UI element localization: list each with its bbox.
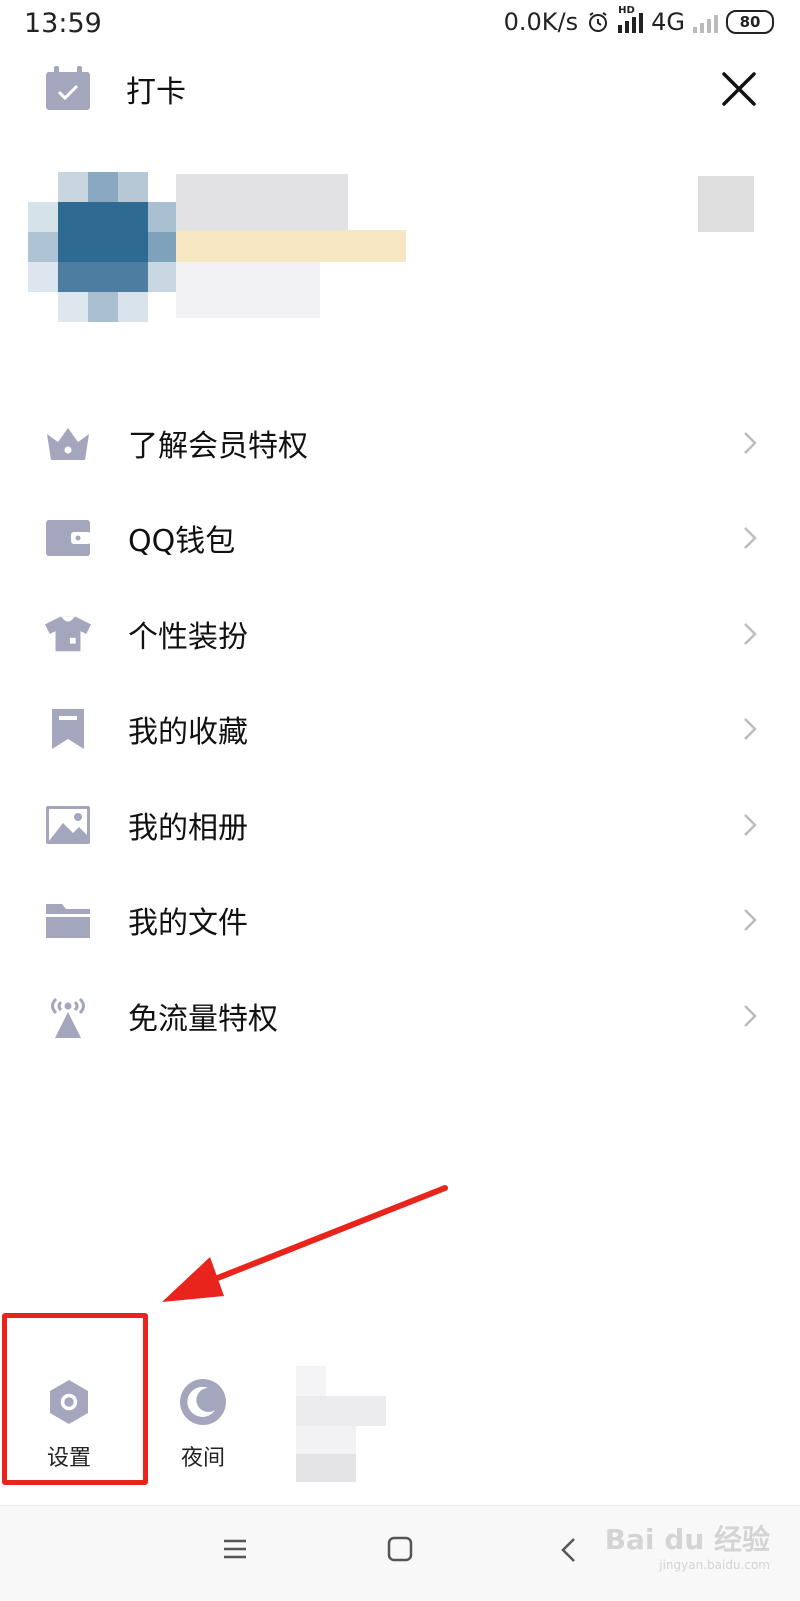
blurred-tool: [296, 1366, 386, 1482]
hd-badge: HD: [618, 5, 635, 16]
network-type: 4G: [651, 8, 685, 36]
moon-icon: [180, 1379, 226, 1425]
menu-icon[interactable]: [222, 1536, 248, 1562]
calendar-check-icon: [46, 66, 90, 110]
chevron-right-icon: [744, 909, 757, 932]
back-icon[interactable]: [558, 1536, 578, 1564]
checkin-label: 打卡: [126, 75, 186, 110]
menu-item-free-data[interactable]: 免流量特权: [0, 968, 800, 1064]
night-mode-button[interactable]: 夜间: [158, 1378, 248, 1472]
system-nav-bar: Bai du 经验 jingyan.baidu.com: [0, 1505, 800, 1601]
qrcode-icon[interactable]: [698, 176, 754, 232]
status-bar: 13:59 0.0K/s HD 4G 80: [0, 0, 800, 52]
shirt-icon: [44, 610, 92, 658]
chevron-right-icon: [744, 622, 757, 645]
menu-item-label: 了解会员特权: [128, 428, 308, 464]
alarm-icon: [589, 12, 608, 32]
menu-list: 了解会员特权 QQ钱包 个性装扮 我的收藏 我的相册 我的文件 免流量特权: [0, 395, 800, 1064]
settings-icon: [50, 1380, 88, 1424]
close-icon[interactable]: [716, 66, 762, 112]
menu-item-wallet[interactable]: QQ钱包: [0, 491, 800, 587]
broadcast-icon: [44, 992, 92, 1040]
profile-name-blur: [176, 174, 348, 230]
checkin-button[interactable]: 打卡: [44, 66, 186, 112]
battery-level: 80: [739, 13, 761, 31]
chevron-right-icon: [744, 718, 757, 741]
menu-item-label: 我的文件: [128, 906, 248, 942]
bookmark-icon: [44, 705, 92, 753]
settings-label: 设置: [46, 1446, 91, 1471]
menu-item-label: 个性装扮: [128, 619, 248, 655]
menu-item-files[interactable]: 我的文件: [0, 873, 800, 969]
signal-icon-secondary: [693, 11, 718, 33]
watermark-brand: Bai du 经验: [604, 1523, 770, 1556]
home-icon[interactable]: [387, 1536, 413, 1562]
menu-item-album[interactable]: 我的相册: [0, 777, 800, 873]
image-icon: [44, 801, 92, 849]
profile-sign-blur: [176, 262, 320, 318]
menu-item-theme[interactable]: 个性装扮: [0, 586, 800, 682]
watermark-url: jingyan.baidu.com: [659, 1558, 770, 1572]
menu-item-label: 我的收藏: [128, 715, 248, 751]
status-indicators: 0.0K/s HD 4G 80: [503, 5, 774, 36]
net-speed: 0.0K/s: [503, 8, 579, 36]
wallet-icon: [44, 514, 92, 562]
chevron-right-icon: [744, 527, 757, 550]
menu-item-label: 免流量特权: [128, 1001, 278, 1037]
avatar[interactable]: [28, 172, 176, 322]
profile-card[interactable]: [28, 172, 468, 322]
chevron-right-icon: [744, 431, 757, 454]
profile-badge-blur: [176, 230, 406, 262]
crown-icon: [44, 419, 92, 467]
night-mode-label: 夜间: [180, 1446, 225, 1471]
chevron-right-icon: [744, 1004, 757, 1027]
menu-item-favorites[interactable]: 我的收藏: [0, 682, 800, 778]
menu-item-label: 我的相册: [128, 810, 248, 846]
settings-button[interactable]: 设置: [24, 1378, 114, 1472]
menu-item-vip[interactable]: 了解会员特权: [0, 395, 800, 491]
chevron-right-icon: [744, 813, 757, 836]
status-time: 13:59: [24, 8, 102, 39]
folder-icon: [44, 896, 92, 944]
battery-icon: 80: [726, 10, 774, 34]
watermark: Bai du 经验 jingyan.baidu.com: [605, 1518, 770, 1572]
menu-item-label: QQ钱包: [128, 524, 236, 560]
